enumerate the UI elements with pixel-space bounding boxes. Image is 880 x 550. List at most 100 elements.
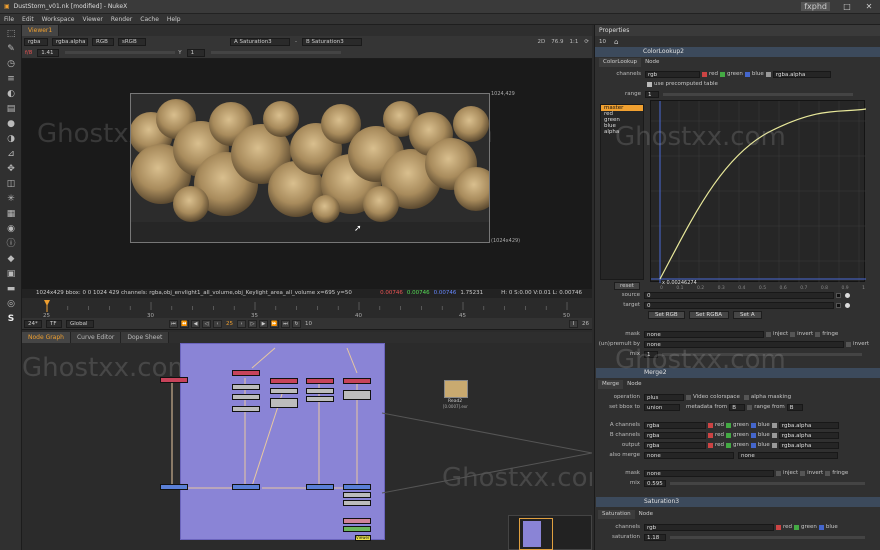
out-alpha-select[interactable]: rgba.alpha: [778, 441, 839, 449]
node-grade[interactable]: [343, 500, 371, 506]
green-check[interactable]: [720, 71, 726, 77]
menu-edit[interactable]: Edit: [22, 16, 34, 23]
target-swatch[interactable]: [836, 302, 841, 308]
loop-button[interactable]: ↻: [292, 319, 301, 328]
fringe-check[interactable]: [815, 331, 821, 337]
node-graph-navigator[interactable]: [508, 515, 592, 550]
bbox-select[interactable]: union: [644, 403, 680, 411]
brush-icon[interactable]: ✎: [4, 43, 18, 55]
go-start-button[interactable]: ⏮: [169, 319, 178, 328]
particles-icon[interactable]: ✳: [4, 193, 18, 205]
timeline[interactable]: 25 30 35 40 45 50: [22, 298, 592, 320]
node-grade[interactable]: [232, 384, 260, 390]
metadata-icon[interactable]: ⓘ: [4, 238, 18, 250]
metadata-select[interactable]: B: [729, 403, 746, 411]
reset-button[interactable]: reset: [614, 282, 640, 290]
alpha-masking-check[interactable]: [743, 394, 749, 400]
toolsets-icon[interactable]: ◆: [4, 253, 18, 265]
a-alpha-select[interactable]: rgba.alpha: [778, 421, 839, 429]
proxy-ratio[interactable]: 1:1: [570, 39, 579, 45]
node-grade[interactable]: [306, 396, 334, 402]
max-panels[interactable]: 10: [599, 39, 606, 45]
node-grade[interactable]: [270, 388, 298, 394]
sat-blue-check[interactable]: [818, 524, 824, 530]
gain-slider[interactable]: [65, 51, 176, 54]
b-alpha-select[interactable]: rgba.alpha: [778, 431, 839, 439]
b-alpha-check[interactable]: [771, 432, 777, 438]
play-back-button[interactable]: ◁: [202, 319, 211, 328]
gain-field[interactable]: 1.41: [37, 48, 60, 57]
a-blue-check[interactable]: [750, 422, 756, 428]
timecode-dropdown[interactable]: TF: [46, 319, 62, 328]
tab-saturation-node[interactable]: Node: [635, 510, 657, 519]
tab-merge[interactable]: Merge: [598, 379, 624, 389]
menu-file[interactable]: File: [4, 16, 14, 23]
timeline-ruler[interactable]: 25 30 35 40 45 50: [22, 298, 592, 320]
node-merge-blue[interactable]: [232, 484, 260, 490]
channels-dropdown[interactable]: rgba: [24, 37, 48, 46]
filter-icon[interactable]: ▤: [4, 103, 18, 115]
gamma-slider[interactable]: [210, 51, 341, 54]
unpremult-invert-check[interactable]: [846, 341, 851, 347]
tab-curve-editor[interactable]: Curve Editor: [70, 332, 122, 343]
range-from-select[interactable]: B: [786, 403, 803, 411]
a-channels-select[interactable]: rgba: [644, 421, 706, 429]
gamma-field[interactable]: 1: [186, 48, 205, 57]
sat-red-check[interactable]: [776, 524, 781, 530]
precomputed-check[interactable]: [647, 81, 652, 87]
lock-icon[interactable]: ⌂: [614, 38, 618, 46]
node-pink[interactable]: [343, 518, 371, 524]
node-grade[interactable]: [232, 394, 260, 400]
sphere-icon[interactable]: ●: [4, 118, 18, 130]
merge-fringe-check[interactable]: [825, 470, 831, 476]
step-back-button[interactable]: ‹: [213, 319, 222, 328]
tab-viewer1[interactable]: Viewer1: [22, 25, 60, 36]
colorlookup-header[interactable]: ColorLookup2: [595, 47, 880, 57]
merge-mix-slider[interactable]: [670, 481, 865, 485]
transform-icon[interactable]: ✥: [4, 163, 18, 175]
merge-mask-select[interactable]: none: [644, 469, 774, 477]
colorspace-dropdown[interactable]: RGB: [92, 37, 114, 46]
next-frame-button[interactable]: ▶: [259, 319, 268, 328]
close-button[interactable]: ✕: [858, 0, 880, 14]
layers-icon[interactable]: ▬: [4, 283, 18, 295]
video-colorspace-check[interactable]: [686, 394, 691, 400]
views-icon[interactable]: ◉: [4, 223, 18, 235]
fps-dropdown[interactable]: 24*: [24, 319, 42, 328]
zoom-level[interactable]: 76.9: [551, 39, 563, 45]
color-icon[interactable]: ◐: [4, 88, 18, 100]
set-rgb-button[interactable]: Set RGB: [648, 311, 685, 319]
range-from-check[interactable]: [747, 404, 753, 410]
global-dropdown[interactable]: Global: [66, 319, 94, 328]
deep-icon[interactable]: ▦: [4, 208, 18, 220]
inject-check[interactable]: [766, 331, 771, 337]
out-green-check[interactable]: [726, 442, 732, 448]
node-grade[interactable]: [343, 492, 371, 498]
b-blue-check[interactable]: [750, 432, 756, 438]
target-picker-icon[interactable]: [845, 302, 850, 308]
info-icon[interactable]: ◎: [4, 298, 18, 310]
alpha-check[interactable]: [765, 71, 771, 77]
node-merge-blue[interactable]: [306, 484, 334, 490]
tab-node-graph[interactable]: Node Graph: [22, 332, 71, 343]
alpha-dropdown[interactable]: rgba.alpha: [52, 37, 88, 46]
tab-colorlookup[interactable]: ColorLookup: [599, 57, 642, 67]
invert-check[interactable]: [790, 331, 796, 337]
play-button[interactable]: ▷: [248, 319, 257, 328]
alpha-select[interactable]: rgba.alpha: [772, 70, 831, 78]
node-red[interactable]: [270, 378, 298, 384]
keyer-icon[interactable]: ◑: [4, 133, 18, 145]
source-swatch[interactable]: [836, 292, 841, 298]
tab-saturation[interactable]: Saturation: [598, 509, 635, 519]
set-rgba-button[interactable]: Set RGBA: [688, 311, 730, 319]
a-green-check[interactable]: [726, 422, 732, 428]
lut-dropdown[interactable]: sRGB: [118, 37, 146, 46]
cube-icon[interactable]: ◫: [4, 178, 18, 190]
output-select[interactable]: rgba: [644, 441, 706, 449]
b-channels-select[interactable]: rgba: [644, 431, 706, 439]
merge-icon[interactable]: ⊿: [4, 148, 18, 160]
source-field[interactable]: 0: [644, 291, 834, 299]
menu-render[interactable]: Render: [111, 16, 132, 23]
go-end-button[interactable]: ⏭: [281, 319, 290, 328]
mask-select[interactable]: none: [644, 330, 764, 338]
